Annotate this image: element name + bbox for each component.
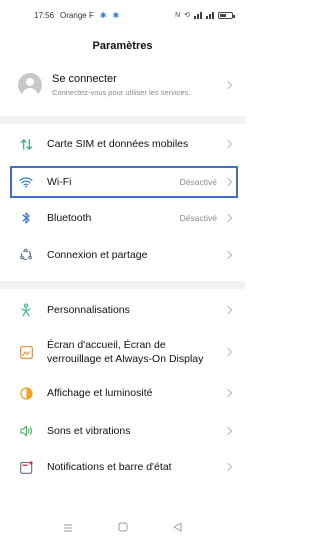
settings-item-bluetooth[interactable]: Bluetooth Désactivé	[0, 200, 245, 236]
home-screen-icon	[19, 345, 33, 359]
sign-in-title: Se connecter	[52, 73, 117, 85]
settings-item-label: Carte SIM et données mobiles	[47, 138, 189, 150]
menu-icon[interactable]	[63, 519, 73, 537]
chevron-right-icon	[223, 213, 233, 223]
display-brightness-icon	[19, 386, 33, 400]
vibrate-icon: ⟲	[184, 12, 190, 19]
settings-item-label: Écran d'accueil, Écran de verrouillage e…	[47, 339, 204, 365]
bluetooth-status: Désactivé	[179, 213, 217, 223]
settings-item-home-screen[interactable]: Écran d'accueil, Écran de verrouillage e…	[0, 329, 245, 375]
divider	[0, 116, 245, 124]
chevron-right-icon	[223, 426, 233, 436]
home-icon[interactable]	[118, 519, 128, 537]
battery-icon	[218, 11, 235, 19]
connection-sharing-icon	[19, 248, 33, 262]
chevron-right-icon	[223, 80, 233, 90]
sim-data-icon	[19, 137, 33, 151]
selection-highlight	[10, 166, 238, 198]
settings-item-label: Bluetooth	[47, 212, 92, 224]
chevron-right-icon	[223, 462, 233, 472]
chevron-right-icon	[223, 305, 233, 315]
bluetooth-icon	[19, 211, 33, 225]
settings-item-label: Affichage et luminosité	[47, 387, 153, 399]
settings-item-label: Connexion et partage	[47, 249, 148, 261]
chevron-right-icon	[223, 388, 233, 398]
chevron-right-icon	[223, 250, 233, 260]
settings-item-personalization[interactable]: Personnalisations	[0, 292, 245, 328]
avatar	[18, 73, 42, 97]
sign-in-row[interactable]: Se connecter Connectez-vous pour utilise…	[0, 63, 245, 107]
settings-item-sound[interactable]: Sons et vibrations	[0, 413, 245, 449]
settings-item-notifications[interactable]: Notifications et barre d'état	[0, 449, 245, 485]
chevron-right-icon	[223, 139, 233, 149]
status-carrier: Orange F	[60, 10, 94, 20]
settings-item-sim[interactable]: Carte SIM et données mobiles	[0, 126, 245, 162]
settings-gear-icon: ✱	[99, 10, 107, 20]
nfc-icon: N	[175, 11, 181, 19]
divider	[0, 281, 245, 289]
chevron-right-icon	[223, 347, 233, 357]
navigation-bar	[0, 510, 245, 546]
settings-item-connection[interactable]: Connexion et partage	[0, 237, 245, 273]
settings-gear-icon: ✱	[112, 10, 120, 20]
back-icon[interactable]	[173, 519, 182, 537]
settings-item-label: Sons et vibrations	[47, 425, 131, 437]
status-time: 17:56	[34, 10, 55, 20]
signal-icon	[206, 11, 214, 19]
sound-icon	[19, 424, 33, 438]
status-bar: 17:56 Orange F ✱ ✱ N ⟲	[0, 0, 245, 30]
settings-item-display[interactable]: Affichage et luminosité	[0, 375, 245, 411]
settings-item-label: Notifications et barre d'état	[47, 461, 172, 473]
personalization-icon	[19, 303, 33, 317]
settings-item-label: Personnalisations	[47, 304, 130, 316]
signal-icon	[194, 11, 202, 19]
page-title: Paramètres	[92, 40, 153, 52]
notification-icon	[19, 460, 33, 474]
sign-in-subtitle: Connectez-vous pour utiliser les service…	[52, 88, 191, 97]
